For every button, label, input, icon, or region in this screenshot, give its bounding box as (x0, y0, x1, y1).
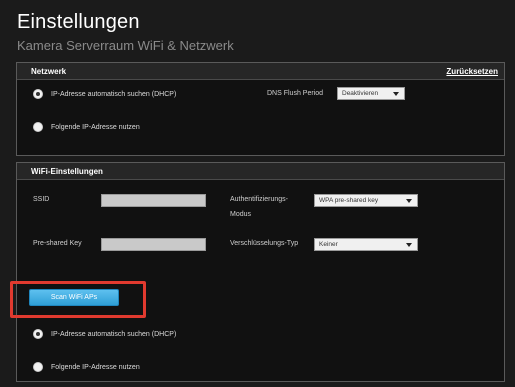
scan-wifi-button[interactable]: Scan WiFi APs (29, 289, 119, 306)
ssid-input[interactable] (101, 194, 206, 207)
network-dhcp-label: IP-Adresse automatisch suchen (DHCP) (51, 90, 177, 98)
wifi-static-label: Folgende IP-Adresse nutzen (51, 363, 140, 371)
network-dhcp-option[interactable]: IP-Adresse automatisch suchen (DHCP) (33, 89, 176, 99)
encryption-value: Keiner (319, 241, 338, 248)
chevron-down-icon (393, 92, 399, 96)
network-panel: Netzwerk Zurücksetzen IP-Adresse automat… (16, 62, 505, 156)
page-subtitle: Kamera Serverraum WiFi & Netzwerk (17, 38, 234, 53)
dns-flush-value: Deaktivieren (342, 90, 379, 97)
wifi-dhcp-radio[interactable] (33, 329, 43, 339)
wifi-panel-header: WiFi-Einstellungen (17, 163, 504, 180)
wifi-static-radio[interactable] (33, 362, 43, 372)
wifi-panel: WiFi-Einstellungen SSID Authentifizierun… (16, 162, 505, 382)
chevron-down-icon (406, 199, 412, 203)
encryption-select[interactable]: Keiner (314, 238, 418, 251)
auth-mode-label-line2: Modus (230, 211, 252, 218)
encryption-label: Verschlüsselungs-Typ (230, 240, 299, 247)
wifi-dhcp-label: IP-Adresse automatisch suchen (DHCP) (51, 330, 177, 338)
psk-input[interactable] (101, 238, 206, 251)
auth-mode-select[interactable]: WPA pre-shared key (314, 194, 418, 207)
network-static-label: Folgende IP-Adresse nutzen (51, 123, 140, 131)
chevron-down-icon (406, 243, 412, 247)
dns-flush-label: DNS Flush Period (267, 90, 324, 97)
wifi-dhcp-option[interactable]: IP-Adresse automatisch suchen (DHCP) (33, 329, 176, 339)
network-section-title: Netzwerk (31, 66, 67, 76)
network-static-radio[interactable] (33, 122, 43, 132)
wifi-section-title: WiFi-Einstellungen (31, 166, 103, 176)
dns-flush-select[interactable]: Deaktivieren (337, 87, 405, 100)
auth-mode-value: WPA pre-shared key (319, 197, 379, 204)
psk-label: Pre-shared Key (33, 240, 82, 247)
auth-mode-label-line1: Authentifizierungs- (230, 196, 288, 203)
network-dhcp-radio[interactable] (33, 89, 43, 99)
network-static-option[interactable]: Folgende IP-Adresse nutzen (33, 122, 140, 132)
wifi-static-option[interactable]: Folgende IP-Adresse nutzen (33, 362, 140, 372)
network-panel-header: Netzwerk Zurücksetzen (17, 63, 504, 80)
page-title: Einstellungen (17, 11, 140, 33)
ssid-label: SSID (33, 196, 50, 203)
reset-link[interactable]: Zurücksetzen (446, 67, 498, 76)
